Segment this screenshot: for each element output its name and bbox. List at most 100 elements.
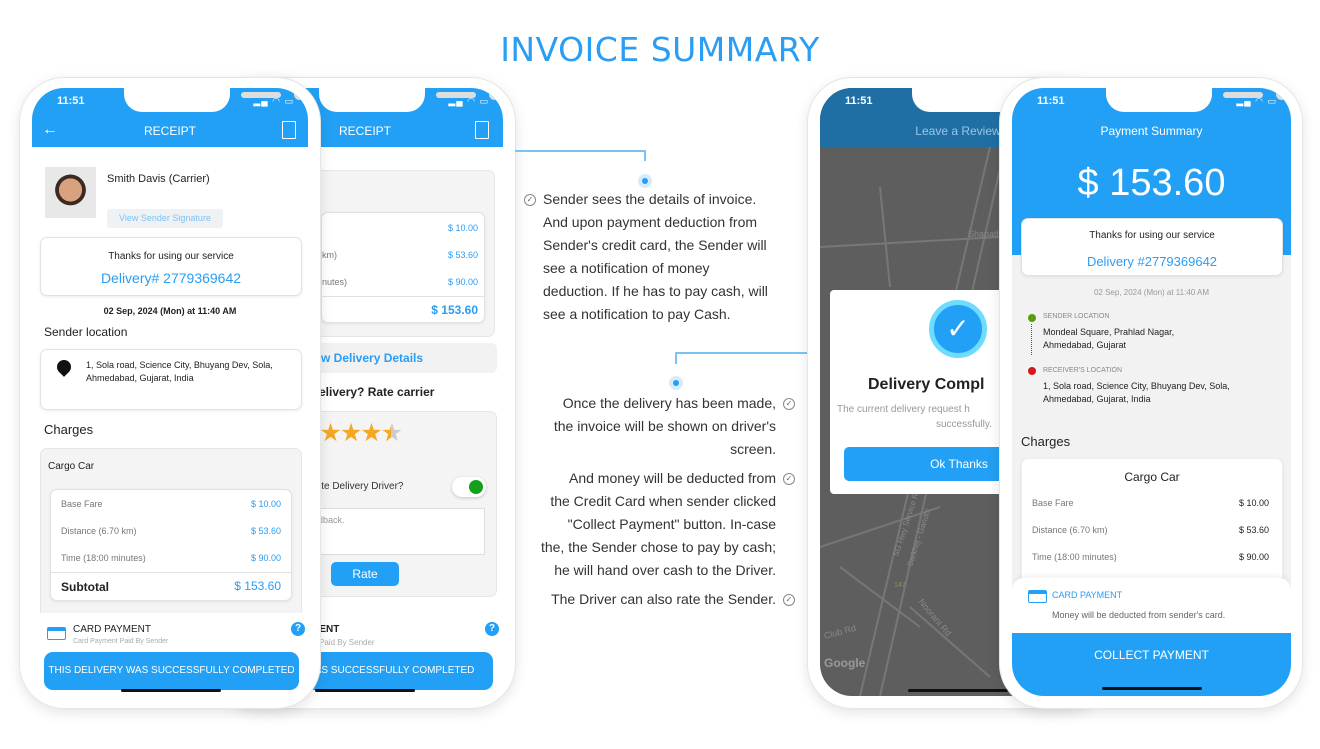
avatar bbox=[45, 167, 96, 218]
charge-label: Distance (6.70 km) bbox=[1032, 525, 1108, 535]
view-sender-signature-button[interactable]: View Sender Signature bbox=[107, 209, 223, 228]
sender-address: Mondeal Square, Prahlad Nagar, Ahmedabad,… bbox=[1043, 327, 1175, 350]
charge-label: Base Fare bbox=[1032, 498, 1074, 508]
map-label: Shapath bbox=[968, 229, 1002, 239]
receiver-location-label: RECEIVER'S LOCATION bbox=[1043, 367, 1122, 374]
status-time: 11:51 bbox=[57, 95, 85, 107]
status-icons: ▂▄ ◠ ▭ bbox=[1236, 96, 1277, 106]
favorite-toggle[interactable] bbox=[452, 477, 486, 497]
star-icon[interactable]: ★ bbox=[319, 419, 341, 447]
subtotal-value: $ 153.60 bbox=[234, 579, 281, 593]
carrier-name: Smith Davis (Carrier) bbox=[107, 173, 210, 185]
charges-card: Cargo Car Base Fare $ 10.00 Distance (6.… bbox=[1021, 458, 1283, 588]
notes-driver-3: ✓ The Driver can also rate the Sender. bbox=[500, 588, 795, 611]
notes-driver-1: ✓ Once the delivery has been made, the in… bbox=[500, 392, 795, 461]
thanks-text: Thanks for using our service bbox=[108, 251, 234, 262]
charge-value: $ 53.60 bbox=[250, 526, 281, 536]
charge-value: $ 90.00 bbox=[250, 553, 281, 563]
charge-label: Time (18:00 minutes) bbox=[1032, 552, 1117, 562]
star-icon[interactable]: ★ bbox=[340, 419, 362, 447]
sender-location-label: SENDER LOCATION bbox=[1043, 313, 1110, 320]
thanks-card: Thanks for using our service Delivery #2… bbox=[1021, 218, 1283, 276]
vehicle-name: Cargo Car bbox=[48, 461, 95, 472]
thanks-card: Thanks for using our service Delivery# 2… bbox=[40, 237, 302, 296]
star-icon[interactable]: ★ bbox=[360, 419, 382, 447]
status-time: 11:51 bbox=[1037, 95, 1065, 107]
sender-address-card: 1, Sola road, Science City, Bhuyang Dev,… bbox=[40, 349, 302, 410]
charge-label: Time (18:00 minutes) bbox=[61, 553, 146, 563]
notes-sender: ✓ Sender sees the details of invoice. And… bbox=[524, 188, 803, 326]
charge-value: $ 10.00 bbox=[447, 223, 478, 233]
header-title: RECEIPT bbox=[143, 124, 196, 138]
charge-value: $ 10.00 bbox=[1238, 498, 1269, 508]
sender-dot-icon bbox=[1028, 314, 1036, 322]
payment-sub: Paid By Sender bbox=[319, 638, 375, 647]
help-icon[interactable]: ? bbox=[485, 622, 499, 636]
status-time: 11:51 bbox=[845, 95, 873, 107]
view-delivery-details-link[interactable]: w Delivery Details bbox=[307, 343, 497, 373]
charges-card: $ 10.00 km) $ 53.60 nutes) $ 90.00 $ 153… bbox=[321, 212, 485, 323]
check-circle-icon: ✓ bbox=[783, 594, 795, 606]
delivery-date: 02 Sep, 2024 (Mon) at 11:40 AM bbox=[1093, 288, 1210, 297]
help-icon[interactable]: ? bbox=[291, 622, 305, 636]
status-icons: ▂▄ ◠ ▭ bbox=[253, 96, 294, 106]
receipt-icon[interactable] bbox=[475, 121, 489, 139]
dialog-text: successfully. bbox=[936, 419, 992, 430]
check-circle-icon: ✓ bbox=[929, 300, 987, 358]
payment-title: CARD PAYMENT bbox=[73, 624, 151, 635]
charge-label: km) bbox=[322, 250, 337, 260]
charge-label: Base Fare bbox=[61, 499, 103, 509]
map-logo: Google bbox=[824, 656, 866, 670]
feedback-input[interactable]: dback. bbox=[307, 508, 485, 555]
charge-value: $ 53.60 bbox=[1238, 525, 1269, 535]
connector-dot bbox=[638, 174, 652, 188]
receiver-address: 1, Sola road, Science City, Bhuyang Dev,… bbox=[1043, 381, 1230, 404]
dialog-title: Delivery Compl bbox=[868, 376, 985, 393]
map-label: 147 bbox=[894, 582, 906, 589]
status-icons: ▂▄ ◠ ▭ bbox=[448, 96, 489, 106]
check-circle-icon: ✓ bbox=[783, 398, 795, 410]
rate-button[interactable]: Rate bbox=[331, 562, 399, 586]
check-circle-icon: ✓ bbox=[524, 194, 536, 206]
sender-address: 1, Sola road, Science City, Bhuyang Dev,… bbox=[86, 360, 273, 383]
charges-label: Charges bbox=[1021, 434, 1071, 449]
map-pin-icon bbox=[54, 357, 74, 377]
notes-driver-2: ✓ And money will be deducted from the Cre… bbox=[500, 467, 795, 582]
charge-value: $ 53.60 bbox=[447, 250, 478, 260]
delivery-number: Delivery #2779369642 bbox=[1086, 254, 1218, 269]
phone-payment-summary-screen: 11:51 ▂▄ ◠ ▭ Payment Summary $ 153.60 Th… bbox=[1000, 78, 1302, 708]
vehicle-name: Cargo Car bbox=[1124, 470, 1180, 484]
total: $ 153.60 bbox=[431, 303, 478, 317]
payment-title: CARD PAYMENT bbox=[1052, 590, 1123, 600]
charges-label: Charges bbox=[44, 422, 94, 437]
payment-text: Money will be deducted from sender's car… bbox=[1052, 610, 1226, 620]
star-icon[interactable]: ★ bbox=[381, 419, 403, 447]
charge-value: $ 90.00 bbox=[1238, 552, 1269, 562]
connector-dot bbox=[669, 376, 683, 390]
delivery-number: Delivery# 2779369642 bbox=[100, 270, 242, 286]
charge-value: $ 90.00 bbox=[447, 277, 478, 287]
map-label: Club Rd bbox=[823, 623, 857, 641]
payment-sub: Card Payment Paid By Sender bbox=[73, 638, 169, 645]
favorite-label: ite Delivery Driver? bbox=[319, 481, 404, 492]
completed-button[interactable]: THIS DELIVERY WAS SUCCESSFULLY COMPLETED bbox=[44, 652, 299, 690]
charge-label: nutes) bbox=[322, 277, 348, 287]
charge-label: Distance (6.70 km) bbox=[61, 526, 137, 536]
charge-value: $ 10.00 bbox=[250, 499, 281, 509]
credit-card-icon bbox=[1028, 590, 1047, 603]
check-circle-icon: ✓ bbox=[783, 473, 795, 485]
receipt-icon[interactable] bbox=[282, 121, 296, 139]
dialog-text: The current delivery request h bbox=[837, 404, 970, 415]
credit-card-icon bbox=[47, 627, 66, 640]
rate-title: elivery? Rate carrier bbox=[319, 385, 435, 399]
page-title: INVOICE SUMMARY bbox=[500, 30, 820, 69]
header-title: Payment Summary bbox=[1100, 124, 1203, 138]
total-amount: $ 153.60 bbox=[1077, 162, 1226, 204]
sender-location-label: Sender location bbox=[44, 325, 128, 339]
charges-card: Cargo Car Base Fare $ 10.00 Distance (6.… bbox=[40, 448, 302, 618]
thanks-text: Thanks for using our service bbox=[1089, 230, 1215, 241]
receiver-dot-icon bbox=[1028, 367, 1036, 375]
phone-receipt-screen: 11:51 ▂▄ ◠ ▭ ← RECEIPT Smith Davis (Carr… bbox=[20, 78, 320, 708]
delivery-date: 02 Sep, 2024 (Mon) at 11:40 AM bbox=[103, 306, 237, 316]
subtotal-label: Subtotal bbox=[61, 580, 109, 594]
